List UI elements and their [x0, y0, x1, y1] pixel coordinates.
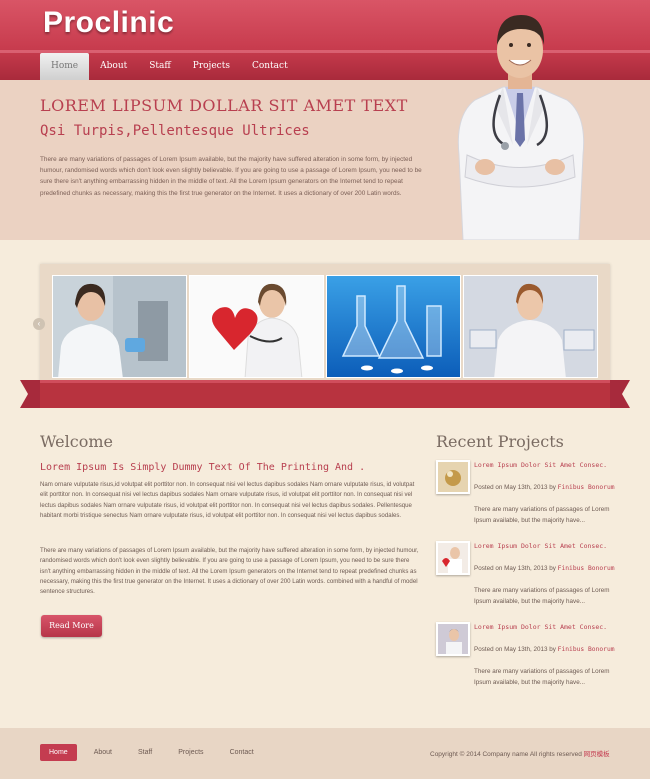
copyright-link[interactable]: 网页模板	[584, 751, 610, 758]
project-thumbnail[interactable]	[436, 541, 470, 575]
gallery-image-lab-woman[interactable]	[52, 275, 187, 378]
gallery-image-nurse-screen[interactable]	[463, 275, 598, 378]
hero-subtitle: Qsi Turpis,Pellentesque Ultrices	[40, 123, 310, 139]
nav-contact[interactable]: Contact	[241, 53, 299, 80]
footer-nav-contact[interactable]: Contact	[221, 744, 263, 761]
copyright-text: Copyright © 2014 Company name All rights…	[430, 751, 610, 758]
project-thumbnail[interactable]	[436, 622, 470, 656]
project-description: There are many variations of passages of…	[474, 587, 610, 605]
project-thumbnail[interactable]	[436, 460, 470, 494]
project-description: There are many variations of passages of…	[474, 506, 610, 524]
recent-projects-heading: Recent Projects	[436, 432, 564, 451]
welcome-paragraph-1: Nam ornare vulputate risus,id volutpat e…	[40, 481, 415, 519]
project-author[interactable]: Finibus Bonorum	[558, 484, 615, 491]
gallery-ribbon	[20, 380, 630, 408]
project-item: Lorem Ipsum Dolor Sit Amet Consec. Poste…	[436, 460, 616, 540]
welcome-subheading: Lorem Ipsum Is Simply Dummy Text Of The …	[40, 462, 366, 473]
footer-nav: Home About Staff Projects Contact	[40, 744, 271, 761]
nav-staff[interactable]: Staff	[138, 53, 182, 80]
image-gallery	[40, 264, 610, 389]
project-item: Lorem Ipsum Dolor Sit Amet Consec. Poste…	[436, 541, 616, 621]
footer-nav-staff[interactable]: Staff	[129, 744, 161, 761]
site-footer: Home About Staff Projects Contact Copyri…	[0, 728, 650, 779]
gallery-image-lab-glassware[interactable]	[326, 275, 461, 378]
nav-about[interactable]: About	[89, 53, 138, 80]
project-author[interactable]: Finibus Bonorum	[558, 565, 615, 572]
project-item: Lorem Ipsum Dolor Sit Amet Consec. Poste…	[436, 622, 616, 702]
gallery-image-doctor-heart[interactable]	[189, 275, 324, 378]
hero-title: LOREM LIPSUM DOLLAR SIT AMET TEXT	[40, 96, 408, 115]
project-meta: Posted on May 13th, 2013 by Finibus Bono…	[474, 565, 615, 572]
footer-nav-about[interactable]: About	[85, 744, 121, 761]
project-meta: Posted on May 13th, 2013 by Finibus Bono…	[474, 484, 615, 491]
read-more-button[interactable]: Read More	[41, 615, 102, 637]
project-meta: Posted on May 13th, 2013 by Finibus Bono…	[474, 646, 615, 653]
doctor-image	[457, 15, 585, 240]
site-logo[interactable]: Proclinic	[43, 6, 174, 40]
project-title[interactable]: Lorem Ipsum Dolor Sit Amet Consec.	[474, 541, 614, 552]
gallery-prev-icon[interactable]: ‹	[33, 318, 45, 330]
project-author[interactable]: Finibus Bonorum	[558, 646, 615, 653]
footer-nav-home[interactable]: Home	[40, 744, 77, 761]
nav-projects[interactable]: Projects	[182, 53, 241, 80]
main-nav: Home About Staff Projects Contact	[40, 53, 299, 80]
hero-text: There are many variations of passages of…	[40, 156, 422, 197]
project-title[interactable]: Lorem Ipsum Dolor Sit Amet Consec.	[474, 622, 614, 633]
project-description: There are many variations of passages of…	[474, 668, 610, 686]
welcome-paragraph-2: There are many variations of passages of…	[40, 547, 419, 596]
welcome-heading: Welcome	[40, 432, 113, 451]
footer-nav-projects[interactable]: Projects	[169, 744, 212, 761]
project-title[interactable]: Lorem Ipsum Dolor Sit Amet Consec.	[474, 460, 614, 471]
nav-home[interactable]: Home	[40, 53, 90, 80]
